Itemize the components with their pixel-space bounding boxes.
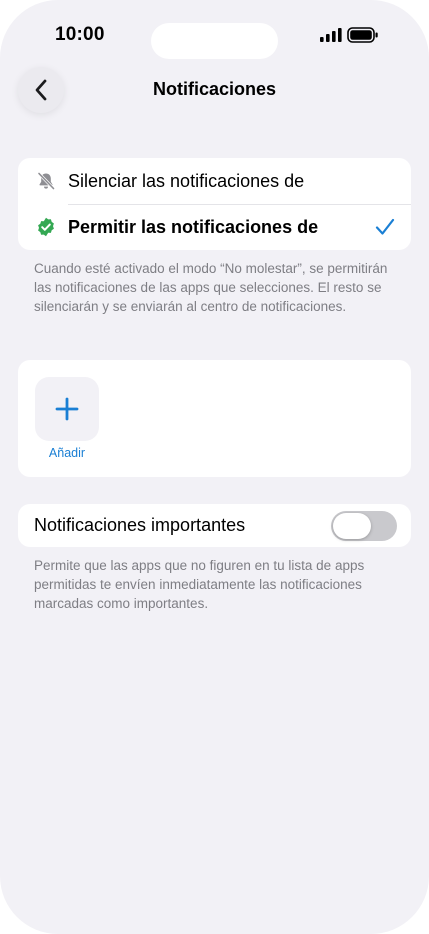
important-notifications-toggle[interactable] [331, 511, 397, 541]
allowed-apps-card: Añadir [18, 360, 411, 477]
mode-selection-card: Silenciar las notificaciones de Permitir… [18, 158, 411, 250]
mode-description: Cuando esté activado el modo “No molesta… [34, 261, 388, 314]
dynamic-island [151, 23, 278, 59]
bell-slash-icon [37, 172, 55, 190]
page-title: Notificaciones [152, 79, 277, 99]
important-notifications-label: Notificaciones importantes [34, 515, 246, 535]
add-app-label[interactable]: Añadir [35, 446, 99, 460]
toggle-knob [333, 513, 371, 539]
add-app-button[interactable] [35, 377, 99, 441]
option-label-silence: Silenciar las notificaciones de [68, 171, 305, 191]
option-label-allow: Permitir las notificaciones de [68, 217, 319, 237]
plus-icon [55, 397, 79, 421]
important-notifications-card: Notificaciones importantes [18, 504, 411, 547]
verified-check-badge-icon [38, 217, 54, 237]
option-silence-notifications[interactable]: Silenciar las notificaciones de [18, 158, 411, 204]
battery-icon [347, 27, 378, 43]
important-description: Permite que las apps que no figuren en t… [34, 558, 365, 611]
status-time: 10:00 [55, 24, 105, 45]
cellular-signal-icon [320, 28, 342, 42]
checkmark-icon [375, 218, 395, 235]
phone-screen: 10:00 Notificaciones Silenciar las notif… [0, 0, 429, 934]
option-allow-notifications[interactable]: Permitir las notificaciones de [18, 204, 411, 250]
